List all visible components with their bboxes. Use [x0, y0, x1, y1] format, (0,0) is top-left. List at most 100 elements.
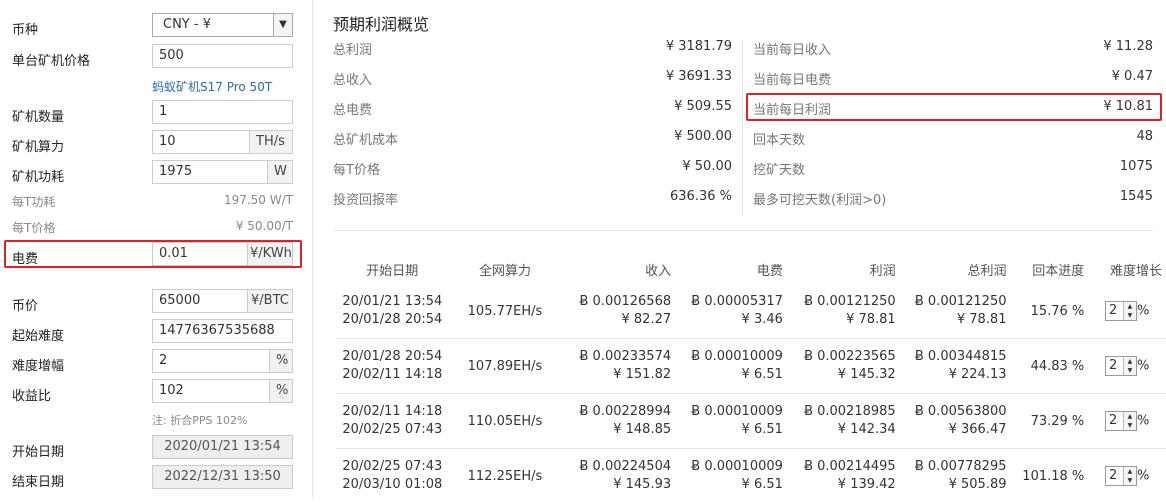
- growth-pct: %: [1137, 359, 1149, 374]
- row-profit-btc: Ƀ 0.00214495: [791, 458, 896, 476]
- start-date-input[interactable]: 2020/01/21 13:54: [152, 435, 293, 459]
- row-total-cny: ¥ 366.47: [904, 421, 1007, 439]
- growth-stepper[interactable]: 2▲▼: [1105, 411, 1137, 431]
- growth-pct: %: [1137, 414, 1149, 429]
- row-start: 20/02/25 07:43: [340, 458, 445, 476]
- miner-model-link[interactable]: 蚂蚁矿机S17 Pro 50T: [152, 78, 272, 95]
- start-difficulty-row: 起始难度 14776367535688: [12, 319, 297, 347]
- summary-key: 回本天数: [753, 129, 805, 148]
- currency-label: 币种: [12, 19, 38, 38]
- power-per-t-value: 197.50 W/T: [224, 193, 293, 207]
- growth-pct: %: [1137, 304, 1149, 319]
- hashrate-row: 矿机算力 10 TH/s: [12, 130, 297, 158]
- end-date-row: 结束日期 2022/12/31 13:50: [12, 465, 297, 493]
- period-table: 开始日期 全网算力 收入 电费 利润 总利润 回本进度 难度增长 20/01/2…: [336, 254, 1166, 503]
- summary-key: 每T价格: [333, 159, 380, 178]
- start-difficulty-input[interactable]: 14776367535688: [152, 319, 293, 343]
- row-profit-cny: ¥ 142.34: [791, 421, 896, 439]
- row-elec-cny: ¥ 3.46: [679, 311, 783, 329]
- row-income-cny: ¥ 82.27: [565, 311, 671, 329]
- start-difficulty-label: 起始难度: [12, 325, 64, 344]
- growth-stepper[interactable]: 2 ▲▼: [1105, 301, 1137, 321]
- power-per-t-row: 每T功耗 197.50 W/T: [12, 187, 297, 215]
- row-end: 20/02/11 14:18: [340, 366, 445, 384]
- growth-value: 2: [1109, 303, 1117, 318]
- currency-value: CNY - ¥: [163, 17, 211, 32]
- table-header: 开始日期 全网算力 收入 电费 利润 总利润 回本进度 难度增长: [336, 254, 1166, 284]
- yield-note-row: 注: 折合PPS 102%: [12, 406, 297, 434]
- summary-value: ¥ 3691.33: [666, 69, 732, 84]
- row-elec-cny: ¥ 6.51: [679, 366, 783, 384]
- yield-ratio-row: 收益比 102 %: [12, 379, 297, 407]
- summary-value: ¥ 0.47: [1112, 69, 1153, 84]
- difficulty-growth-row: 难度增幅 2 %: [12, 349, 297, 377]
- summary-key: 当前每日电费: [753, 69, 831, 88]
- row-total-btc: Ƀ 0.00563800: [904, 403, 1007, 421]
- summary-value: ¥ 500.00: [674, 129, 732, 144]
- summary-item: 挖矿天数1075: [753, 159, 1153, 179]
- end-date-input[interactable]: 2022/12/31 13:50: [152, 465, 293, 489]
- row-hashrate: 112.25EH/s: [449, 449, 562, 503]
- summary-item: 最多可挖天数(利润>0)1545: [753, 189, 1153, 209]
- row-income-btc: Ƀ 0.00233574: [565, 348, 671, 366]
- summary-value: 636.36 %: [670, 189, 732, 204]
- count-input[interactable]: 1: [152, 100, 293, 124]
- yield-ratio-input[interactable]: 102: [152, 379, 270, 403]
- summary-title: 预期利润概览: [333, 11, 429, 35]
- table-row: 20/02/11 14:1820/02/25 07:43 110.05EH/s …: [336, 394, 1166, 449]
- growth-pct: %: [1137, 469, 1149, 484]
- row-income-cny: ¥ 148.85: [565, 421, 671, 439]
- summary-item: 总收入¥ 3691.33: [333, 69, 732, 89]
- price-row: 单台矿机价格 500: [12, 44, 297, 72]
- row-start: 20/01/21 13:54: [340, 293, 445, 311]
- summary-item: 回本天数 48: [753, 129, 1153, 149]
- row-elec-btc: Ƀ 0.00010009: [679, 458, 783, 476]
- stepper-arrows-icon[interactable]: ▲▼: [1123, 467, 1136, 485]
- row-hashrate: 105.77EH/s: [449, 284, 562, 339]
- price-per-t-row: 每T价格 ¥ 50.00/T: [12, 213, 297, 241]
- col-profit: 利润: [787, 254, 900, 284]
- summary-item: 投资回报率 636.36 %: [333, 189, 732, 209]
- summary-key: 投资回报率: [333, 189, 398, 208]
- price-label: 单台矿机价格: [12, 50, 90, 69]
- price-input[interactable]: 500: [152, 44, 293, 68]
- coin-price-input[interactable]: 65000: [152, 289, 248, 313]
- currency-row: 币种 CNY - ¥ ▼: [12, 13, 297, 41]
- hashrate-unit: TH/s: [250, 130, 293, 154]
- growth-stepper[interactable]: 2▲▼: [1105, 466, 1137, 486]
- stepper-arrows-icon[interactable]: ▲▼: [1123, 357, 1136, 375]
- row-total-btc: Ƀ 0.00121250: [904, 293, 1007, 311]
- row-progress: 15.76 %: [1010, 284, 1088, 339]
- row-total-btc: Ƀ 0.00344815: [904, 348, 1007, 366]
- row-income-cny: ¥ 151.82: [565, 366, 671, 384]
- count-label: 矿机数量: [12, 106, 64, 125]
- start-date-label: 开始日期: [12, 441, 64, 460]
- col-electricity: 电费: [675, 254, 787, 284]
- stepper-arrows-icon[interactable]: ▲▼: [1123, 302, 1136, 320]
- row-profit-cny: ¥ 139.42: [791, 476, 896, 494]
- row-start: 20/01/28 20:54: [340, 348, 445, 366]
- row-income-btc: Ƀ 0.00228994: [565, 403, 671, 421]
- summary-divider: [742, 40, 743, 215]
- difficulty-growth-input[interactable]: 2: [152, 349, 270, 373]
- summary-item: 总利润¥ 3181.79: [333, 39, 732, 59]
- stepper-arrows-icon[interactable]: ▲▼: [1123, 412, 1136, 430]
- summary-value: 48: [1136, 129, 1153, 144]
- row-progress: 44.83 %: [1010, 339, 1088, 394]
- currency-select[interactable]: CNY - ¥ ▼: [152, 13, 293, 37]
- power-input[interactable]: 1975: [152, 160, 268, 184]
- row-profit-btc: Ƀ 0.00218985: [791, 403, 896, 421]
- summary-key: 总电费: [333, 99, 372, 118]
- highlight-electricity: [4, 240, 302, 268]
- summary-value: ¥ 509.55: [674, 99, 732, 114]
- growth-stepper[interactable]: 2▲▼: [1105, 356, 1137, 376]
- summary-value: 1075: [1120, 159, 1153, 174]
- row-elec-cny: ¥ 6.51: [679, 421, 783, 439]
- hashrate-input[interactable]: 10: [152, 130, 250, 154]
- difficulty-growth-unit: %: [270, 349, 293, 373]
- row-profit-btc: Ƀ 0.00223565: [791, 348, 896, 366]
- row-start: 20/02/11 14:18: [340, 403, 445, 421]
- chevron-down-icon[interactable]: ▼: [273, 14, 292, 36]
- summary-value: ¥ 11.28: [1103, 39, 1153, 54]
- highlight-daily-profit: [746, 93, 1162, 121]
